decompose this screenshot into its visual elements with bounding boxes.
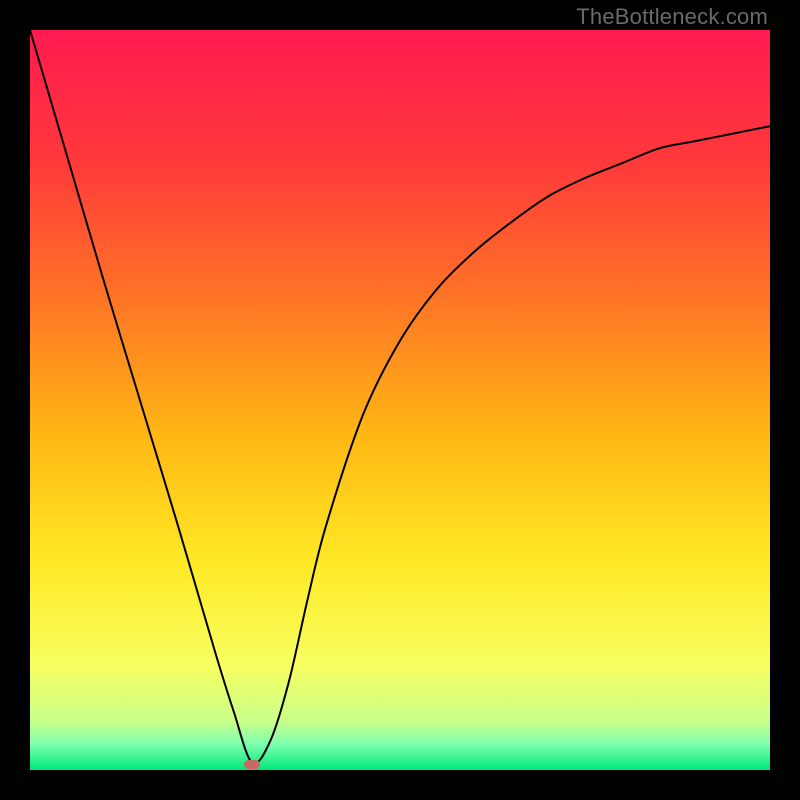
watermark-text: TheBottleneck.com: [576, 4, 768, 30]
curve-line: [30, 30, 770, 764]
chart-frame: TheBottleneck.com: [0, 0, 800, 800]
bottleneck-marker: [244, 760, 260, 769]
plot-area: [30, 30, 770, 770]
curve-plot: [30, 30, 770, 770]
